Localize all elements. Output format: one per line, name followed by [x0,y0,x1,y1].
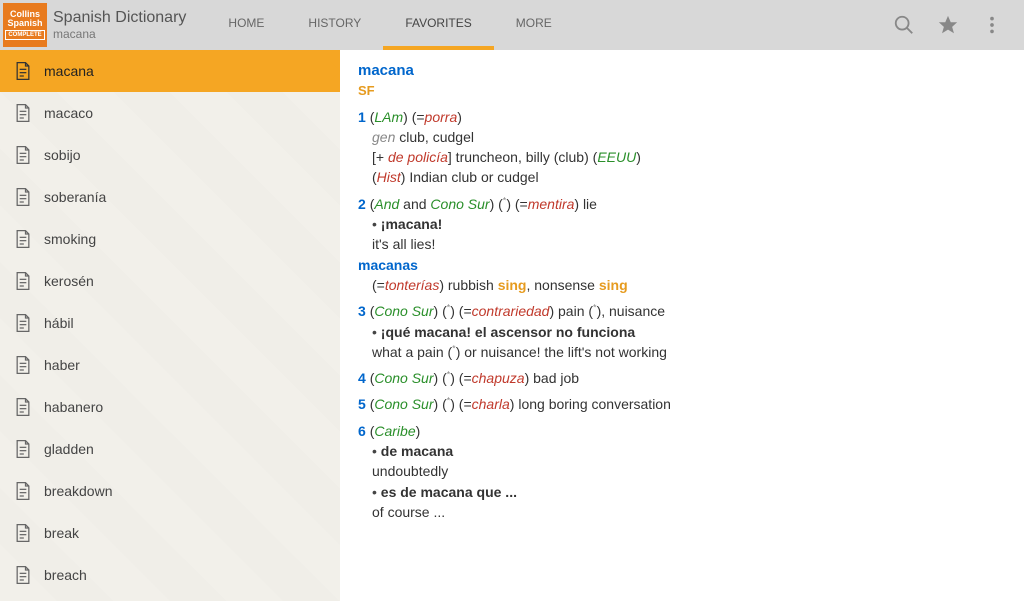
list-item[interactable]: smoking [0,218,340,260]
part-of-speech: SF [358,82,1006,101]
list-item[interactable]: haber [0,344,340,386]
sense-6: 6 (Caribe) • de macana undoubtedly • es … [358,421,1006,522]
list-item-label: smoking [44,231,96,247]
app-logo: Collins Spanish COMPLETE [3,3,47,47]
list-item-label: soberanía [44,189,106,205]
header: Collins Spanish COMPLETE Spanish Diction… [0,0,1024,50]
list-item-label: haber [44,357,80,373]
app-subtitle: macana [53,27,186,41]
star-icon[interactable] [926,3,970,47]
list-item-label: habanero [44,399,103,415]
list-item[interactable]: brave [0,596,340,601]
sense-2: 2 (And and Cono Sur) (*) (=mentira) lie … [358,194,1006,295]
tab-history[interactable]: HISTORY [286,0,383,50]
list-item-label: break [44,525,79,541]
list-item[interactable]: macana [0,50,340,92]
list-item[interactable]: break [0,512,340,554]
list-item[interactable]: sobijo [0,134,340,176]
tab-home[interactable]: HOME [206,0,286,50]
content[interactable]: macana SF 1 (LAm) (=porra) gen club, cud… [340,50,1024,601]
title-block: Spanish Dictionary macana [53,9,206,41]
sidebar[interactable]: macana macaco sobijo soberanía smoking kerosé… [0,50,340,601]
sense-1: 1 (LAm) (=porra) gen club, cudgel [+ de … [358,107,1006,188]
list-item-label: gladden [44,441,94,457]
list-item-label: breakdown [44,483,113,499]
sense-3: 3 (Cono Sur) (*) (=contrariedad) pain (*… [358,301,1006,362]
list-item-label: kerosén [44,273,94,289]
search-icon[interactable] [882,3,926,47]
list-item[interactable]: breakdown [0,470,340,512]
sense-4: 4 (Cono Sur) (*) (=chapuza) bad job [358,368,1006,388]
list-item[interactable]: macaco [0,92,340,134]
main: macana macaco sobijo soberanía smoking kerosé… [0,50,1024,601]
app-title: Spanish Dictionary [53,9,186,27]
header-actions [882,3,1024,47]
list-item-label: macana [44,63,94,79]
logo-line2: Spanish [7,19,42,28]
sense-5: 5 (Cono Sur) (*) (=charla) long boring c… [358,394,1006,414]
list-item-label: sobijo [44,147,81,163]
list-item[interactable]: gladden [0,428,340,470]
list-item-label: macaco [44,105,93,121]
overflow-icon[interactable] [970,3,1014,47]
tabs: HOME HISTORY FAVORITES MORE [206,0,573,50]
list-item[interactable]: habanero [0,386,340,428]
list-item[interactable]: kerosén [0,260,340,302]
list-item[interactable]: breach [0,554,340,596]
list-item[interactable]: soberanía [0,176,340,218]
list-item-label: breach [44,567,87,583]
headword: macana [358,60,1006,82]
list-item[interactable]: hábil [0,302,340,344]
tab-favorites[interactable]: FAVORITES [383,0,493,50]
tab-more[interactable]: MORE [494,0,574,50]
list-item-label: hábil [44,315,74,331]
logo-badge: COMPLETE [5,30,44,40]
